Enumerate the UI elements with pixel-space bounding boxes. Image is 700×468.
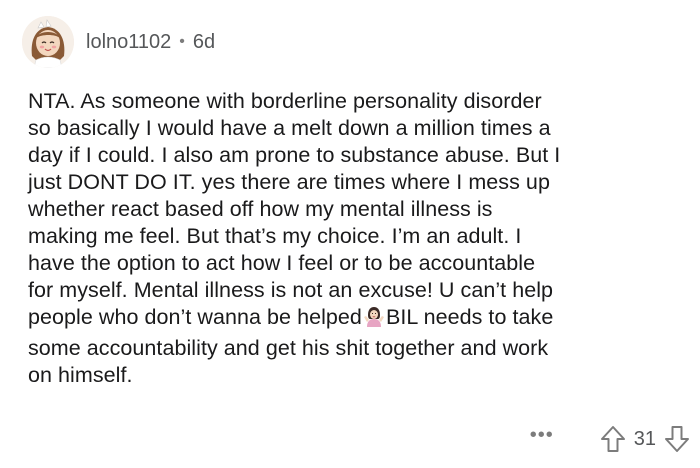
comment-line-part: people who don’t wanna be helped [28, 305, 362, 329]
comment-actions: ••• 31 [530, 421, 690, 457]
comment-line: on himself. [28, 363, 133, 387]
username[interactable]: lolno1102 [86, 31, 171, 54]
comment-line: whether react based off how my mental il… [28, 197, 493, 221]
avatar[interactable] [22, 16, 74, 68]
comment-line: just DONT DO IT. yes there are times whe… [28, 170, 550, 194]
comment-line: some accountability and get his shit tog… [28, 336, 549, 360]
comment-age: 6d [192, 30, 216, 53]
comment-line-part: BIL needs to take [385, 305, 554, 329]
downvote-icon[interactable] [664, 425, 690, 453]
more-options-button[interactable]: ••• [530, 425, 554, 445]
comment-line: day if I could. I also am prone to subst… [28, 143, 561, 167]
comment-header: lolno1102 • 6d [22, 14, 215, 70]
vote-controls: 31 [600, 425, 690, 453]
meta-separator: • [179, 33, 185, 50]
comment-line: for myself. Mental illness is not an exc… [28, 278, 554, 302]
comment-meta: lolno1102 • 6d [86, 31, 215, 54]
comment-line: so basically I would have a melt down a … [28, 116, 551, 140]
vote-score: 31 [633, 427, 656, 450]
person-shrugging-icon [363, 306, 385, 335]
comment-card: lolno1102 • 6d NTA. As someone with bord… [0, 0, 700, 468]
comment-body: NTA. As someone with borderline personal… [28, 88, 688, 389]
comment-line: people who don’t wanna be helped BIL nee… [28, 304, 688, 335]
comment-line: making me feel. But that’s my choice. I’… [28, 224, 522, 248]
avatar-image [22, 16, 74, 68]
upvote-icon[interactable] [600, 425, 626, 453]
comment-line: have the option to act how I feel or to … [28, 251, 536, 275]
comment-line: NTA. As someone with borderline personal… [28, 89, 542, 113]
